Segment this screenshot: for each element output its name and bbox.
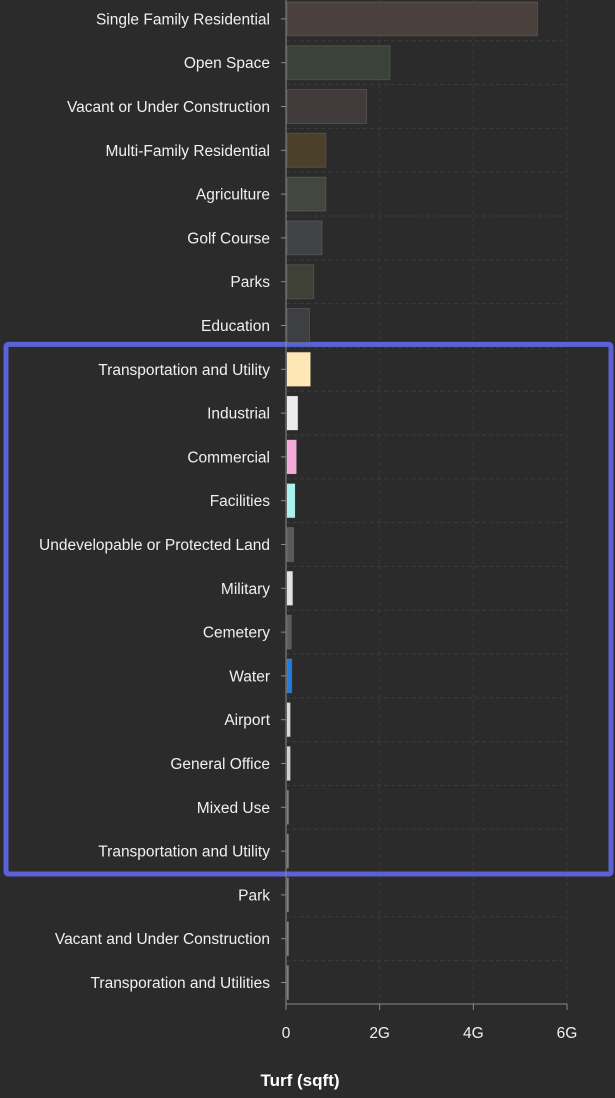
bar[interactable] (286, 89, 368, 124)
category-label: Transporation and Utilities (91, 975, 271, 992)
category-label: Transportation and Utility (98, 362, 270, 379)
bars (286, 1, 539, 1000)
bar[interactable] (286, 833, 289, 869)
bar[interactable] (286, 570, 294, 606)
category-label: Golf Course (187, 230, 270, 247)
bar[interactable] (286, 132, 327, 168)
category-label: Agriculture (196, 187, 270, 204)
x-axis-title: Turf (sqft) (261, 1071, 340, 1090)
highlight-box (3, 341, 614, 877)
highlight-region (3, 341, 614, 877)
x-tick-label: 2G (369, 1025, 390, 1042)
category-label: Education (201, 318, 270, 335)
category-label: Transportation and Utility (98, 844, 270, 861)
category-label: Facilities (210, 493, 271, 510)
bar[interactable] (286, 220, 323, 256)
bar[interactable] (286, 527, 295, 562)
category-label: Commercial (187, 449, 270, 466)
category-label: Multi-Family Residential (105, 143, 270, 160)
bar[interactable] (286, 702, 291, 738)
category-label: Open Space (184, 55, 270, 72)
category-label: Park (238, 887, 270, 904)
bar[interactable] (286, 614, 292, 650)
bar[interactable] (286, 308, 310, 343)
bar[interactable] (286, 877, 289, 913)
category-label: Parks (230, 274, 270, 291)
bar[interactable] (286, 965, 289, 1000)
x-tick-label: 6G (557, 1025, 578, 1042)
bar[interactable] (286, 746, 291, 781)
category-label: Military (221, 581, 270, 598)
bar[interactable] (286, 264, 315, 300)
bar-chart: Single Family Residential Open Space Vacan… (0, 0, 615, 1098)
chart-canvas: Single Family Residential Open Space Vacan… (3, 0, 614, 1090)
category-label: General Office (170, 756, 270, 773)
bar[interactable] (286, 789, 289, 825)
category-label: Mixed Use (197, 800, 270, 817)
category-label: Industrial (207, 406, 270, 423)
x-tick-label: 0 (282, 1025, 291, 1042)
bar[interactable] (286, 658, 293, 694)
bar[interactable] (286, 176, 327, 212)
category-label: Single Family Residential (96, 11, 270, 28)
bar[interactable] (286, 483, 296, 519)
bar[interactable] (286, 921, 289, 957)
bar[interactable] (286, 1, 539, 37)
category-labels: Single Family Residential Open Space Vacan… (39, 11, 271, 992)
category-label: Water (229, 668, 270, 685)
category-label: Vacant or Under Construction (67, 99, 270, 116)
grid-lines (286, 0, 568, 1004)
x-tick-label: 4G (463, 1025, 484, 1042)
bar[interactable] (286, 395, 299, 431)
category-label: Cemetery (203, 625, 270, 642)
bar[interactable] (286, 45, 391, 81)
category-label: Airport (224, 712, 270, 729)
bar[interactable] (286, 351, 311, 387)
category-label: Undevelopable or Protected Land (39, 537, 270, 554)
x-tick-labels: 0 2G 4G 6G (282, 1025, 578, 1042)
category-label: Vacant and Under Construction (55, 931, 270, 948)
bar[interactable] (286, 439, 297, 475)
